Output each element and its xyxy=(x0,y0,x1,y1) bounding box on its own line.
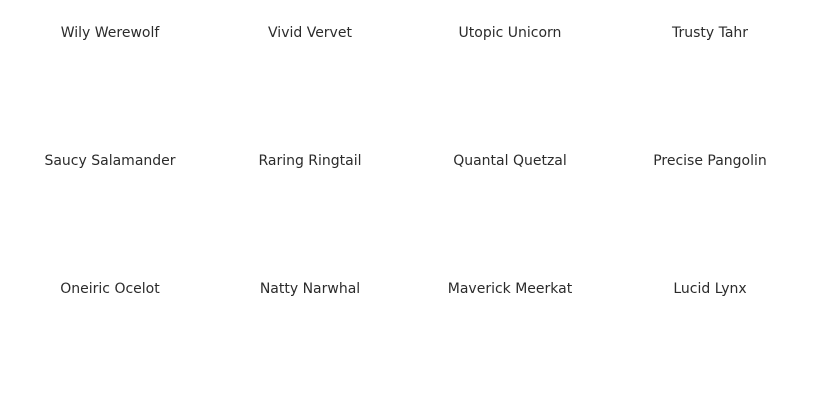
release-name: Saucy Salamander xyxy=(44,153,176,169)
release-name: Trusty Tahr xyxy=(671,25,749,41)
release-name: Vivid Vervet xyxy=(268,25,352,41)
release-name: Lucid Lynx xyxy=(673,281,747,297)
release-item[interactable]: Lucid Lynx xyxy=(610,256,810,384)
release-item[interactable]: Utopic Unicorn xyxy=(410,0,610,128)
release-item[interactable]: Raring Ringtail xyxy=(210,128,410,256)
release-item[interactable]: Saucy Salamander xyxy=(10,128,210,256)
release-item[interactable]: Precise Pangolin xyxy=(610,128,810,256)
release-item[interactable]: Natty Narwhal xyxy=(210,256,410,384)
release-item[interactable]: Trusty Tahr xyxy=(610,0,810,128)
release-name: Utopic Unicorn xyxy=(458,25,562,41)
release-grid: Wily Werewolf Vivid Vervet Utopic Unicor… xyxy=(0,0,820,384)
release-name: Precise Pangolin xyxy=(653,153,767,169)
release-name: Quantal Quetzal xyxy=(453,153,567,169)
release-item[interactable]: Oneiric Ocelot xyxy=(10,256,210,384)
release-name: Wily Werewolf xyxy=(60,25,160,41)
release-name: Natty Narwhal xyxy=(259,281,361,297)
release-item[interactable]: Quantal Quetzal xyxy=(410,128,610,256)
release-name: Raring Ringtail xyxy=(258,153,362,169)
release-name: Oneiric Ocelot xyxy=(60,281,160,297)
release-name: Maverick Meerkat xyxy=(447,281,573,297)
release-item[interactable]: Vivid Vervet xyxy=(210,0,410,128)
release-item[interactable]: Maverick Meerkat xyxy=(410,256,610,384)
release-item[interactable]: Wily Werewolf xyxy=(10,0,210,128)
